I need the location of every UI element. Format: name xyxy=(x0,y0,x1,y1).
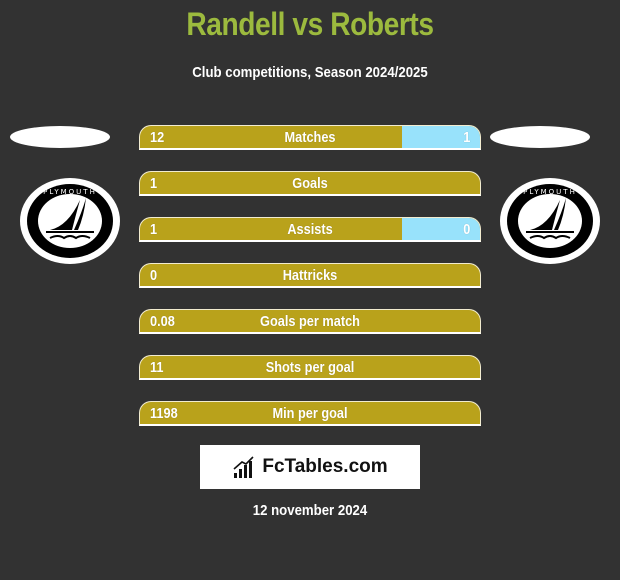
stat-row-goals-per-match: 0.08 Goals per match xyxy=(139,309,481,334)
right-player-placeholder xyxy=(490,126,590,148)
stat-row-assists: 1 Assists 0 xyxy=(139,217,481,242)
stat-row-hattricks: 0 Hattricks xyxy=(139,263,481,288)
stat-label: Assists xyxy=(287,220,333,238)
stat-label: Shots per goal xyxy=(265,358,355,376)
left-value: 11 xyxy=(150,358,164,376)
left-value: 1 xyxy=(150,220,158,238)
right-value: 1 xyxy=(462,128,470,146)
stat-row-min-per-goal: 1198 Min per goal xyxy=(139,401,481,426)
svg-text:PLYMOUTH: PLYMOUTH xyxy=(523,188,577,196)
page-title: Randell vs Roberts xyxy=(186,6,434,42)
left-club-logo-icon: PLYMOUTH xyxy=(20,178,120,264)
right-club-logo-icon: PLYMOUTH xyxy=(500,178,600,264)
svg-text:PLYMOUTH: PLYMOUTH xyxy=(43,188,97,196)
brand-text: FcTables.com xyxy=(262,456,388,477)
bar-chart-icon xyxy=(233,456,254,478)
fctables-brand-link[interactable]: FcTables.com xyxy=(200,445,420,489)
left-player-placeholder xyxy=(10,126,110,148)
right-value: 0 xyxy=(462,220,470,238)
stat-row-goals: 1 Goals xyxy=(139,171,481,196)
date-label: 12 november 2024 xyxy=(252,502,368,519)
left-value: 1 xyxy=(150,174,158,192)
left-value: 0 xyxy=(150,266,158,284)
stat-row-shots-per-goal: 11 Shots per goal xyxy=(139,355,481,380)
stat-label: Min per goal xyxy=(272,404,348,422)
stat-label: Matches xyxy=(284,128,336,146)
stat-label: Goals xyxy=(292,174,328,192)
page-subtitle: Club competitions, Season 2024/2025 xyxy=(192,64,428,81)
stat-row-matches: 12 Matches 1 xyxy=(139,125,481,150)
left-value: 12 xyxy=(150,128,165,146)
stat-label: Goals per match xyxy=(260,312,360,330)
stat-label: Hattricks xyxy=(282,266,338,284)
